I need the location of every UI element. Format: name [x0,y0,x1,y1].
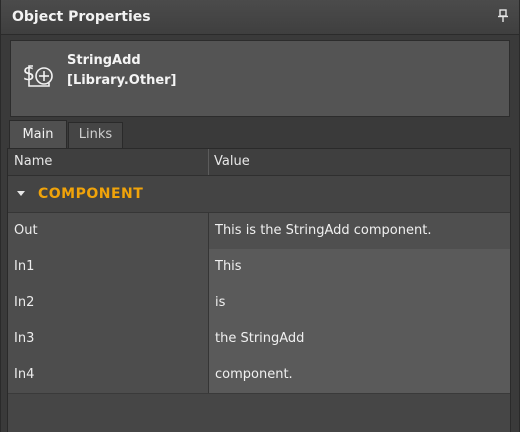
property-value[interactable]: This is the StringAdd component. [208,213,510,249]
category-component[interactable]: COMPONENT [8,176,510,213]
property-grid: Name Value COMPONENT Out This is the Str… [7,148,511,432]
panel-title: Object Properties [12,9,151,25]
component-name: StringAdd [67,53,141,68]
column-separator[interactable] [208,149,209,175]
tab-main[interactable]: Main [9,120,67,149]
property-name: In1 [8,249,208,285]
pin-icon[interactable] [497,9,509,23]
property-row-out[interactable]: Out This is the StringAdd component. [8,213,510,250]
grid-column-header: Name Value [8,149,510,176]
column-header-name[interactable]: Name [14,154,52,169]
component-header: S StringAdd [Library.Other] [10,40,510,117]
property-row-in4[interactable]: In4 component. [8,357,510,394]
collapse-arrow-icon[interactable] [16,190,26,198]
property-name: In3 [8,321,208,357]
panel-titlebar: Object Properties [1,0,519,35]
property-value[interactable]: is [208,285,510,321]
property-name: Out [8,213,208,249]
object-properties-panel: Object Properties S StringAdd [Library.O… [0,0,520,432]
property-row-in2[interactable]: In2 is [8,285,510,322]
grid-empty-area [8,394,510,432]
column-header-value[interactable]: Value [214,154,250,169]
property-name: In4 [8,357,208,393]
category-label: COMPONENT [38,186,144,202]
property-value[interactable]: component. [208,357,510,393]
string-add-icon: S [23,64,53,87]
property-row-in1[interactable]: In1 This [8,249,510,286]
tab-links[interactable]: Links [68,122,123,148]
property-value[interactable]: This [208,249,510,285]
property-row-in3[interactable]: In3 the StringAdd [8,321,510,358]
property-name: In2 [8,285,208,321]
property-value[interactable]: the StringAdd [208,321,510,357]
component-library: [Library.Other] [67,73,177,88]
